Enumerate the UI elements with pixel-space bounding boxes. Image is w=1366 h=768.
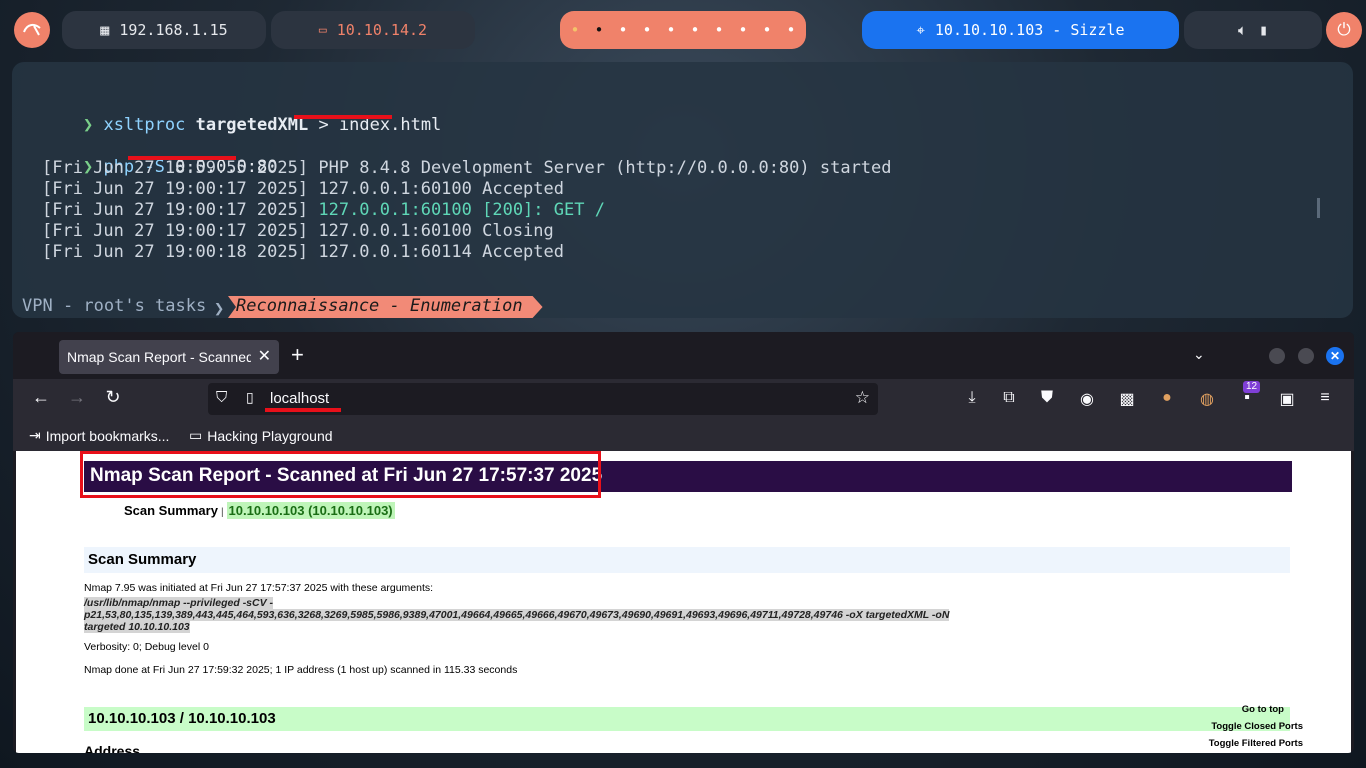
toggle-filtered-ports-link[interactable]: Toggle Filtered Ports <box>1209 738 1303 749</box>
tab-title: Nmap Scan Report - Scanned at Fri Jun 27… <box>67 349 251 365</box>
workspace-4[interactable]: • <box>635 22 659 38</box>
back-arrow-icon[interactable]: ← <box>29 387 53 408</box>
bookmark-star-icon[interactable]: ☆ <box>855 388 870 408</box>
tmux-active-window[interactable]: Reconnaissance - Enumeration <box>228 296 543 318</box>
navigation-toolbar: ← → ↻ ⛉ ▯ localhost ☆ ⤓ ⧉ ⛊ ◉ ▩ ● ◍ ▪ 12… <box>13 379 1354 421</box>
page-content: Nmap Scan Report - Scanned at Fri Jun 27… <box>16 451 1351 753</box>
scan-summary-nav: Scan Summary | 10.10.10.103 (10.10.10.103) <box>124 502 395 519</box>
address-heading: Address <box>84 743 141 753</box>
workspace-5[interactable]: • <box>659 22 683 38</box>
terminal-scrollbar[interactable] <box>1317 198 1320 218</box>
import-icon: ⇥ <box>29 427 41 443</box>
close-tab-icon[interactable]: ✕ <box>258 346 271 366</box>
page-icon: ▯ <box>246 389 254 405</box>
host-header: 10.10.10.103 / 10.10.10.103 <box>84 707 1290 731</box>
tmux-separator: ❯ <box>214 299 225 318</box>
forward-arrow-icon[interactable]: → <box>65 387 89 408</box>
attacker-ip-widget[interactable]: ▦ 192.168.1.15 <box>62 11 266 49</box>
workspace-6[interactable]: • <box>683 22 707 38</box>
toggle-closed-ports-link[interactable]: Toggle Closed Ports <box>1211 721 1303 732</box>
summary-link[interactable]: Scan Summary <box>124 503 218 518</box>
log-line: [Fri Jun 27 19:00:17 2025] 127.0.0.1:601… <box>42 221 554 241</box>
done-text: Nmap done at Fri Jun 27 17:59:32 2025; 1… <box>84 664 518 676</box>
bookmark-label: Hacking Playground <box>207 427 333 444</box>
vpn-ip-widget[interactable]: ▭ 10.10.14.2 <box>271 11 475 49</box>
folder-icon: ▭ <box>189 427 203 443</box>
workspace-switcher[interactable]: • • • • • • • • • • <box>560 11 806 49</box>
workspace-1[interactable]: • <box>563 22 587 38</box>
log-line: [Fri Jun 27 19:00:17 2025] 127.0.0.1:601… <box>42 179 564 199</box>
browser-window: Nmap Scan Report - Scanned at Fri Jun 27… <box>13 332 1354 753</box>
top-bar: ▦ 192.168.1.15 ▭ 10.10.14.2 • • • • • • … <box>0 0 1366 58</box>
extension-box-icon[interactable]: ▣ <box>1276 389 1298 409</box>
cookie-icon[interactable]: ● <box>1156 389 1178 407</box>
maximize-button[interactable] <box>1298 348 1314 364</box>
prompt-icon: ❯ <box>82 115 94 135</box>
workspace-9[interactable]: • <box>755 22 779 38</box>
minimize-button[interactable] <box>1269 348 1285 364</box>
bookmarks-bar: ⇥ Import bookmarks... ▭ Hacking Playgrou… <box>13 421 1354 451</box>
crosshair-icon: ⌖ <box>916 21 925 39</box>
log-line: [Fri Jun 27 19:00:18 2025] 127.0.0.1:601… <box>42 242 564 262</box>
qr-code-icon[interactable]: ▩ <box>1116 389 1138 409</box>
workspace-3[interactable]: • <box>611 22 635 38</box>
ublock-icon[interactable]: ⛊ <box>1036 389 1058 407</box>
bookmark-import[interactable]: ⇥ Import bookmarks... <box>29 427 169 444</box>
verbosity-text: Verbosity: 0; Debug level 0 <box>84 641 209 653</box>
nmap-arguments: /usr/lib/nmap/nmap --privileged -sCV -p2… <box>84 597 950 633</box>
bookmark-label: Import bookmarks... <box>45 427 170 444</box>
shield-icon[interactable]: ⛉ <box>216 389 227 406</box>
network-icon: ▦ <box>100 21 110 39</box>
target-label: 10.10.10.103 - Sizzle <box>934 21 1125 39</box>
extensions-icon[interactable]: ⧉ <box>998 389 1020 407</box>
initiated-text: Nmap 7.95 was initiated at Fri Jun 27 17… <box>84 582 434 594</box>
extension-glasses-icon[interactable]: ◉ <box>1076 389 1098 409</box>
system-tray: 🔈︎ ▮ <box>1184 11 1322 49</box>
red-underline-url <box>265 408 341 412</box>
log-line: [Fri Jun 27 19:00:17 2025] 127.0.0.1:601… <box>42 200 605 220</box>
target-widget[interactable]: ⌖ 10.10.10.103 - Sizzle <box>862 11 1179 49</box>
tab-strip: Nmap Scan Report - Scanned at Fri Jun 27… <box>13 332 1354 379</box>
red-highlight-box <box>80 451 601 498</box>
extension-badge-count: 12 <box>1243 381 1261 393</box>
menu-icon[interactable]: ≡ <box>1314 389 1336 407</box>
workspace-8[interactable]: • <box>731 22 755 38</box>
section-scan-summary: Scan Summary <box>84 547 1290 573</box>
laptop-icon: ▭ <box>318 22 327 38</box>
url-text[interactable]: localhost <box>270 390 329 407</box>
workspace-10[interactable]: • <box>779 22 803 38</box>
new-tab-button[interactable]: + <box>291 342 304 368</box>
command-name: xsltproc <box>103 115 186 135</box>
workspace-2[interactable]: • <box>587 22 611 38</box>
close-window-button[interactable]: ✕ <box>1326 347 1344 365</box>
go-to-top-link[interactable]: Go to top <box>1242 704 1284 715</box>
kali-logo-icon[interactable] <box>14 12 50 48</box>
reload-icon[interactable]: ↻ <box>101 387 125 408</box>
tab-nmap-report[interactable]: Nmap Scan Report - Scanned at Fri Jun 27… <box>59 340 279 374</box>
log-line: [Fri Jun 27 18:59:55 2025] PHP 8.4.8 Dev… <box>42 158 892 178</box>
tmux-status-bar: VPN - root's tasks ❯ Reconnaissance - En… <box>12 296 1353 318</box>
host-link[interactable]: 10.10.10.103 (10.10.10.103) <box>226 502 395 519</box>
downloads-icon[interactable]: ⤓ <box>961 389 983 407</box>
command-arg: targetedXML <box>195 115 309 135</box>
volume-icon[interactable]: 🔈︎ <box>1238 21 1247 39</box>
attacker-ip: 192.168.1.15 <box>119 21 228 39</box>
vpn-ip: 10.10.14.2 <box>336 21 428 39</box>
bookmark-folder-hacking[interactable]: ▭ Hacking Playground <box>189 427 333 444</box>
terminal-window[interactable]: ❯ xsltproc targetedXML > index.html ❯ ph… <box>12 62 1353 318</box>
cookie-editor-icon[interactable]: ◍ <box>1196 389 1218 409</box>
power-icon[interactable]: ⏻ <box>1326 12 1362 48</box>
tab-list-chevron-icon[interactable]: ⌄ <box>1193 346 1205 363</box>
workspace-7[interactable]: • <box>707 22 731 38</box>
battery-icon[interactable]: ▮ <box>1259 21 1268 39</box>
separator: | <box>220 507 224 518</box>
tmux-session-label: VPN - root's tasks <box>22 296 207 316</box>
red-underline-output-file <box>294 115 392 119</box>
